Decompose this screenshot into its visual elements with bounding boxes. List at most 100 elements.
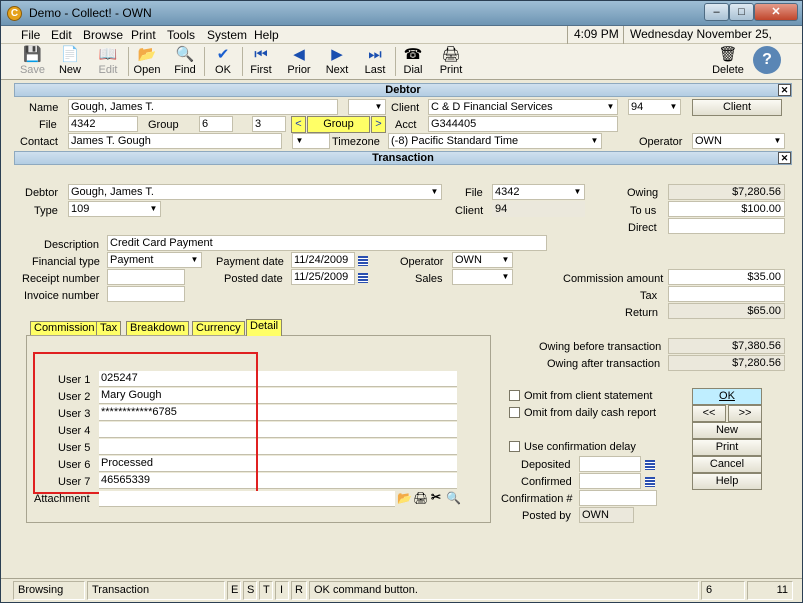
financial-type-select[interactable]: Payment ▼ (107, 252, 202, 268)
confirmed-field[interactable] (579, 473, 641, 489)
deposited-field[interactable] (579, 456, 641, 472)
menu-file[interactable]: File (21, 28, 40, 42)
save-button[interactable]: 💾 Save (16, 45, 49, 78)
edit-button[interactable]: 📖 Edit (91, 45, 125, 78)
search-icon[interactable]: 🔍 (446, 491, 461, 505)
group-field[interactable]: 6 (199, 116, 233, 132)
menu-system[interactable]: System (207, 28, 247, 42)
description-field[interactable]: Credit Card Payment (107, 235, 547, 251)
acct-field[interactable]: G344405 (428, 116, 618, 132)
menu-print[interactable]: Print (131, 28, 156, 42)
next-record-button[interactable]: >> (728, 405, 762, 422)
tab-detail[interactable]: Detail (246, 319, 283, 336)
prior-button[interactable]: ◀ Prior (282, 45, 316, 78)
posted-date-field[interactable]: 11/25/2009 (291, 269, 355, 285)
ok-dialog-button[interactable]: OK (692, 388, 762, 405)
menu-edit[interactable]: Edit (51, 28, 72, 42)
attachment-field[interactable] (99, 491, 395, 507)
client-number-select[interactable]: 94 ▼ (628, 99, 681, 115)
chevron-down-icon: ▼ (374, 102, 383, 111)
window-title: Demo - Collect! - OWN (29, 6, 152, 20)
type-select[interactable]: 109 ▼ (68, 201, 161, 217)
tab-commission[interactable]: Commission (30, 321, 99, 336)
receipt-field[interactable] (107, 269, 185, 285)
to-us-field[interactable]: $100.00 (668, 201, 785, 217)
find-button[interactable]: 🔍 Find (168, 45, 202, 78)
printer-icon[interactable]: 🖨 (413, 491, 428, 505)
toolbar-separator (242, 47, 243, 76)
close-icon[interactable]: ✕ (754, 3, 798, 21)
help-button[interactable]: ? (751, 46, 783, 79)
trans-operator-select[interactable]: OWN ▼ (452, 252, 513, 268)
new-button[interactable]: 📄 New (53, 45, 87, 78)
folder-open-icon[interactable]: 📂 (397, 491, 412, 505)
delete-button[interactable]: 🗑 Delete (709, 45, 747, 78)
menu-tools[interactable]: Tools (167, 28, 195, 42)
file-field[interactable]: 4342 (68, 116, 138, 132)
timezone-select[interactable]: (-8) Pacific Standard Time ▼ (388, 133, 602, 149)
omit-daily-checkbox[interactable] (509, 407, 520, 418)
ok-button[interactable]: ✔ OK (206, 45, 240, 78)
invoice-field[interactable] (107, 286, 185, 302)
contact-dropdown[interactable]: ▼ (292, 133, 330, 149)
confirmation-number-field[interactable] (579, 490, 657, 506)
next-button[interactable]: ▶ Next (320, 45, 354, 78)
menu-browse[interactable]: Browse (83, 28, 123, 42)
type-label: Type (34, 205, 58, 217)
close-transaction-icon[interactable]: ✕ (778, 152, 791, 164)
app-window: C Demo - Collect! - OWN – □ ✕ File Edit … (0, 0, 803, 603)
tab-currency[interactable]: Currency (192, 321, 245, 336)
debtor-name-field[interactable]: Gough, James T. (68, 99, 338, 115)
maximize-icon[interactable]: □ (729, 3, 754, 21)
owing-before-label: Owing before transaction (539, 341, 662, 353)
first-button[interactable]: ⏮ First (244, 45, 278, 78)
app-icon: C (7, 6, 22, 21)
cancel-button[interactable]: Cancel (692, 456, 762, 473)
print-dialog-button[interactable]: Print (692, 439, 762, 456)
last-button[interactable]: ⏭ Last (358, 45, 392, 78)
calendar-icon[interactable] (358, 273, 368, 283)
menu-help[interactable]: Help (254, 28, 279, 42)
client-select[interactable]: C & D Financial Services ▼ (428, 99, 618, 115)
calendar-icon[interactable] (358, 256, 368, 266)
tax-field[interactable] (668, 286, 785, 302)
group-prev-button[interactable]: < (291, 116, 306, 133)
group-button[interactable]: Group (307, 116, 370, 133)
chevron-down-icon: ▼ (430, 187, 439, 196)
commission-field[interactable]: $35.00 (668, 269, 785, 285)
client-button[interactable]: Client (692, 99, 782, 116)
prev-record-button[interactable]: << (692, 405, 726, 422)
status-message: OK command button. (309, 581, 699, 600)
contact-field[interactable]: James T. Gough (68, 133, 282, 149)
close-debtor-icon[interactable]: ✕ (778, 84, 791, 96)
omit-client-checkbox[interactable] (509, 390, 520, 401)
transaction-debtor-select[interactable]: Gough, James T. ▼ (68, 184, 442, 200)
help-dialog-button[interactable]: Help (692, 473, 762, 490)
open-button[interactable]: 📂 Open (130, 45, 164, 78)
minimize-icon[interactable]: – (704, 3, 729, 21)
payment-date-field[interactable]: 11/24/2009 (291, 252, 355, 268)
group-next-button[interactable]: > (371, 116, 386, 133)
tab-tax[interactable]: Tax (96, 321, 122, 336)
next-record-icon: ▶ (331, 46, 343, 63)
calendar-icon[interactable] (645, 477, 655, 487)
direct-field[interactable] (668, 218, 785, 234)
to-us-label: To us (630, 205, 657, 217)
tools-icon[interactable]: ✂ (431, 490, 441, 504)
group-field-2[interactable]: 3 (252, 116, 286, 132)
operator-select[interactable]: OWN ▼ (692, 133, 785, 149)
confirmation-delay-checkbox[interactable] (509, 441, 520, 452)
toolbar: 💾 Save 📄 New 📖 Edit 📂 Open 🔍 Find ✔ OK ⏮ First … (1, 44, 802, 80)
sales-select[interactable]: ▼ (452, 269, 513, 285)
printer-icon: 🖨 (441, 46, 461, 63)
new-dialog-button[interactable]: New (692, 422, 762, 439)
status-key-t: T (259, 581, 273, 600)
open-icon: 📂 (137, 46, 157, 63)
dial-button[interactable]: ☎ Dial (397, 45, 429, 78)
name-dropdown[interactable]: ▼ (348, 99, 386, 115)
print-button[interactable]: 🖨 Print (434, 45, 468, 78)
trans-file-select[interactable]: 4342 ▼ (492, 184, 585, 200)
operator-label: Operator (639, 136, 683, 148)
tab-breakdown[interactable]: Breakdown (126, 321, 190, 336)
calendar-icon[interactable] (645, 460, 655, 470)
